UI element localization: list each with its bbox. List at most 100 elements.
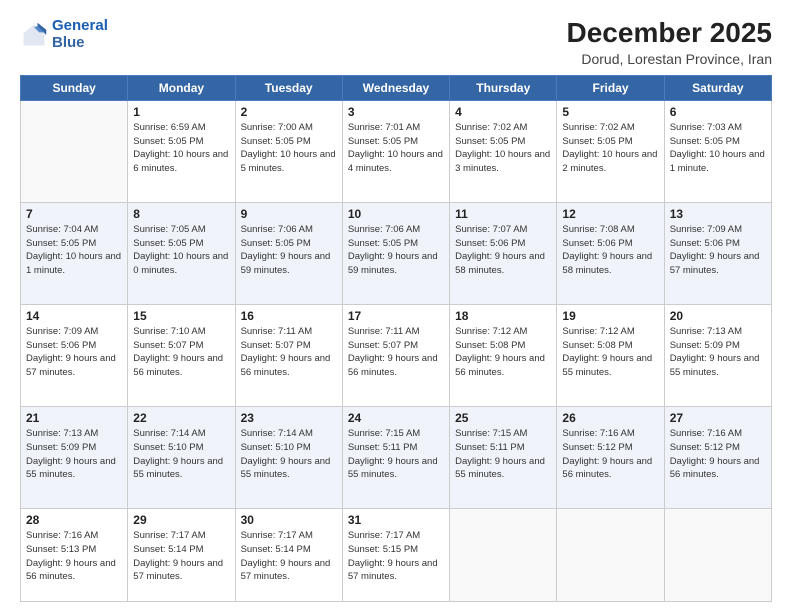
day-number: 6 <box>670 105 766 119</box>
calendar-cell: 19 Sunrise: 7:12 AM Sunset: 5:08 PM Dayl… <box>557 304 664 406</box>
day-info: Sunrise: 7:13 AM Sunset: 5:09 PM Dayligh… <box>26 427 122 482</box>
day-number: 8 <box>133 207 229 221</box>
day-info: Sunrise: 7:07 AM Sunset: 5:06 PM Dayligh… <box>455 223 551 278</box>
calendar-week-row: 14 Sunrise: 7:09 AM Sunset: 5:06 PM Dayl… <box>21 304 772 406</box>
day-number: 21 <box>26 411 122 425</box>
day-info: Sunrise: 7:09 AM Sunset: 5:06 PM Dayligh… <box>670 223 766 278</box>
day-number: 31 <box>348 513 444 527</box>
day-info: Sunrise: 7:17 AM Sunset: 5:14 PM Dayligh… <box>133 529 229 584</box>
day-info: Sunrise: 7:11 AM Sunset: 5:07 PM Dayligh… <box>241 325 337 380</box>
day-number: 9 <box>241 207 337 221</box>
day-number: 17 <box>348 309 444 323</box>
calendar-cell: 13 Sunrise: 7:09 AM Sunset: 5:06 PM Dayl… <box>664 202 771 304</box>
day-number: 13 <box>670 207 766 221</box>
logo-line1: General <box>52 17 108 34</box>
day-number: 7 <box>26 207 122 221</box>
calendar-cell: 30 Sunrise: 7:17 AM Sunset: 5:14 PM Dayl… <box>235 509 342 602</box>
day-number: 1 <box>133 105 229 119</box>
day-info: Sunrise: 7:12 AM Sunset: 5:08 PM Dayligh… <box>455 325 551 380</box>
calendar-cell: 10 Sunrise: 7:06 AM Sunset: 5:05 PM Dayl… <box>342 202 449 304</box>
day-info: Sunrise: 7:14 AM Sunset: 5:10 PM Dayligh… <box>133 427 229 482</box>
calendar-cell: 23 Sunrise: 7:14 AM Sunset: 5:10 PM Dayl… <box>235 407 342 509</box>
day-info: Sunrise: 7:05 AM Sunset: 5:05 PM Dayligh… <box>133 223 229 278</box>
day-number: 24 <box>348 411 444 425</box>
day-number: 11 <box>455 207 551 221</box>
calendar-cell: 4 Sunrise: 7:02 AM Sunset: 5:05 PM Dayli… <box>450 100 557 202</box>
calendar-cell: 26 Sunrise: 7:16 AM Sunset: 5:12 PM Dayl… <box>557 407 664 509</box>
day-info: Sunrise: 7:10 AM Sunset: 5:07 PM Dayligh… <box>133 325 229 380</box>
title-block: December 2025 Dorud, Lorestan Province, … <box>567 18 772 67</box>
day-number: 22 <box>133 411 229 425</box>
day-number: 25 <box>455 411 551 425</box>
calendar-cell: 9 Sunrise: 7:06 AM Sunset: 5:05 PM Dayli… <box>235 202 342 304</box>
day-info: Sunrise: 7:04 AM Sunset: 5:05 PM Dayligh… <box>26 223 122 278</box>
calendar-cell: 20 Sunrise: 7:13 AM Sunset: 5:09 PM Dayl… <box>664 304 771 406</box>
location: Dorud, Lorestan Province, Iran <box>567 51 772 67</box>
calendar-week-row: 28 Sunrise: 7:16 AM Sunset: 5:13 PM Dayl… <box>21 509 772 602</box>
day-of-week-header: Friday <box>557 75 664 100</box>
day-info: Sunrise: 7:00 AM Sunset: 5:05 PM Dayligh… <box>241 121 337 176</box>
day-info: Sunrise: 7:11 AM Sunset: 5:07 PM Dayligh… <box>348 325 444 380</box>
day-info: Sunrise: 7:09 AM Sunset: 5:06 PM Dayligh… <box>26 325 122 380</box>
day-number: 20 <box>670 309 766 323</box>
header: General Blue December 2025 Dorud, Lorest… <box>20 18 772 67</box>
calendar-week-row: 1 Sunrise: 6:59 AM Sunset: 5:05 PM Dayli… <box>21 100 772 202</box>
calendar-cell: 28 Sunrise: 7:16 AM Sunset: 5:13 PM Dayl… <box>21 509 128 602</box>
calendar-cell <box>21 100 128 202</box>
day-number: 19 <box>562 309 658 323</box>
day-number: 23 <box>241 411 337 425</box>
calendar-cell: 24 Sunrise: 7:15 AM Sunset: 5:11 PM Dayl… <box>342 407 449 509</box>
calendar-table: SundayMondayTuesdayWednesdayThursdayFrid… <box>20 75 772 602</box>
day-number: 14 <box>26 309 122 323</box>
calendar-cell: 8 Sunrise: 7:05 AM Sunset: 5:05 PM Dayli… <box>128 202 235 304</box>
day-number: 28 <box>26 513 122 527</box>
calendar-cell: 2 Sunrise: 7:00 AM Sunset: 5:05 PM Dayli… <box>235 100 342 202</box>
logo-text: General Blue <box>52 18 108 51</box>
calendar-cell: 17 Sunrise: 7:11 AM Sunset: 5:07 PM Dayl… <box>342 304 449 406</box>
day-info: Sunrise: 7:03 AM Sunset: 5:05 PM Dayligh… <box>670 121 766 176</box>
day-info: Sunrise: 7:06 AM Sunset: 5:05 PM Dayligh… <box>241 223 337 278</box>
calendar-body: 1 Sunrise: 6:59 AM Sunset: 5:05 PM Dayli… <box>21 100 772 601</box>
calendar-cell <box>450 509 557 602</box>
calendar-cell: 3 Sunrise: 7:01 AM Sunset: 5:05 PM Dayli… <box>342 100 449 202</box>
day-of-week-header: Sunday <box>21 75 128 100</box>
page: General Blue December 2025 Dorud, Lorest… <box>0 0 792 612</box>
day-info: Sunrise: 7:16 AM Sunset: 5:12 PM Dayligh… <box>670 427 766 482</box>
day-info: Sunrise: 7:17 AM Sunset: 5:14 PM Dayligh… <box>241 529 337 584</box>
day-info: Sunrise: 7:02 AM Sunset: 5:05 PM Dayligh… <box>562 121 658 176</box>
calendar-cell: 5 Sunrise: 7:02 AM Sunset: 5:05 PM Dayli… <box>557 100 664 202</box>
day-info: Sunrise: 7:02 AM Sunset: 5:05 PM Dayligh… <box>455 121 551 176</box>
day-number: 3 <box>348 105 444 119</box>
day-number: 16 <box>241 309 337 323</box>
day-info: Sunrise: 7:13 AM Sunset: 5:09 PM Dayligh… <box>670 325 766 380</box>
calendar-week-row: 21 Sunrise: 7:13 AM Sunset: 5:09 PM Dayl… <box>21 407 772 509</box>
day-of-week-header: Tuesday <box>235 75 342 100</box>
day-number: 30 <box>241 513 337 527</box>
day-of-week-header: Saturday <box>664 75 771 100</box>
day-number: 18 <box>455 309 551 323</box>
day-info: Sunrise: 7:15 AM Sunset: 5:11 PM Dayligh… <box>348 427 444 482</box>
calendar-cell: 1 Sunrise: 6:59 AM Sunset: 5:05 PM Dayli… <box>128 100 235 202</box>
logo: General Blue <box>20 18 108 51</box>
day-number: 12 <box>562 207 658 221</box>
day-number: 26 <box>562 411 658 425</box>
calendar-cell: 15 Sunrise: 7:10 AM Sunset: 5:07 PM Dayl… <box>128 304 235 406</box>
calendar-cell: 14 Sunrise: 7:09 AM Sunset: 5:06 PM Dayl… <box>21 304 128 406</box>
day-number: 4 <box>455 105 551 119</box>
calendar-cell: 7 Sunrise: 7:04 AM Sunset: 5:05 PM Dayli… <box>21 202 128 304</box>
day-of-week-header: Thursday <box>450 75 557 100</box>
month-title: December 2025 <box>567 18 772 49</box>
calendar-cell: 22 Sunrise: 7:14 AM Sunset: 5:10 PM Dayl… <box>128 407 235 509</box>
calendar-cell: 6 Sunrise: 7:03 AM Sunset: 5:05 PM Dayli… <box>664 100 771 202</box>
day-number: 27 <box>670 411 766 425</box>
day-info: Sunrise: 7:16 AM Sunset: 5:12 PM Dayligh… <box>562 427 658 482</box>
day-info: Sunrise: 7:14 AM Sunset: 5:10 PM Dayligh… <box>241 427 337 482</box>
calendar-cell: 21 Sunrise: 7:13 AM Sunset: 5:09 PM Dayl… <box>21 407 128 509</box>
day-number: 15 <box>133 309 229 323</box>
day-info: Sunrise: 6:59 AM Sunset: 5:05 PM Dayligh… <box>133 121 229 176</box>
calendar-cell: 18 Sunrise: 7:12 AM Sunset: 5:08 PM Dayl… <box>450 304 557 406</box>
day-info: Sunrise: 7:12 AM Sunset: 5:08 PM Dayligh… <box>562 325 658 380</box>
calendar-cell: 11 Sunrise: 7:07 AM Sunset: 5:06 PM Dayl… <box>450 202 557 304</box>
calendar-cell <box>557 509 664 602</box>
day-number: 5 <box>562 105 658 119</box>
